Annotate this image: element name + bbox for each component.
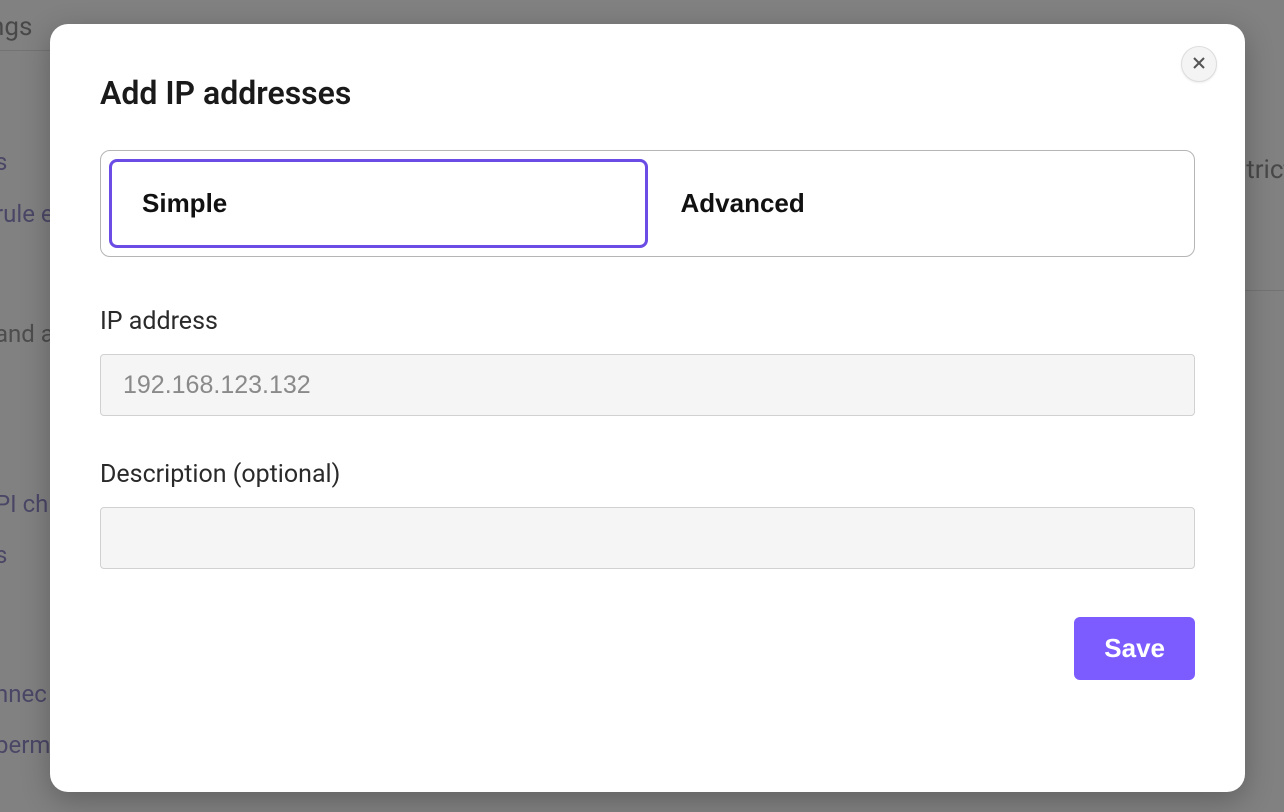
ip-address-input[interactable]: [100, 354, 1195, 416]
ip-address-field-group: IP address: [100, 307, 1195, 416]
modal-actions: Save: [100, 617, 1195, 680]
add-ip-modal: Add IP addresses Simple Advanced IP addr…: [50, 24, 1245, 792]
tab-simple[interactable]: Simple: [109, 159, 648, 248]
description-input[interactable]: [100, 507, 1195, 569]
close-icon: [1191, 55, 1207, 74]
description-label: Description (optional): [100, 460, 1195, 489]
modal-title: Add IP addresses: [100, 74, 1195, 112]
ip-address-label: IP address: [100, 307, 1195, 336]
mode-tabs: Simple Advanced: [100, 150, 1195, 257]
tab-advanced[interactable]: Advanced: [648, 159, 1187, 248]
close-button[interactable]: [1181, 46, 1217, 82]
save-button[interactable]: Save: [1074, 617, 1195, 680]
description-field-group: Description (optional): [100, 460, 1195, 569]
